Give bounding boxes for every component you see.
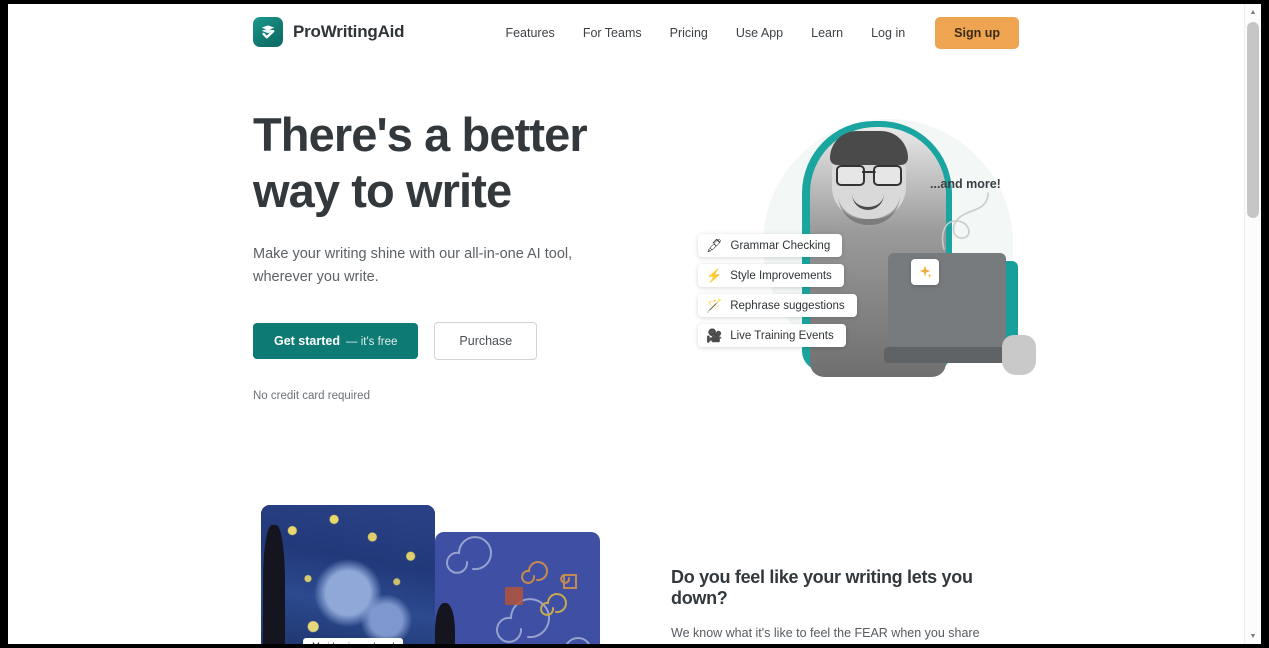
curly-arrow-icon bbox=[941, 192, 989, 250]
hero-copy: There's a better way to write Make your … bbox=[253, 107, 653, 402]
brand-name: ProWritingAid bbox=[293, 22, 405, 41]
feature-chip-rephrase-suggestions[interactable]: 🪄 Rephrase suggestions bbox=[698, 294, 857, 317]
nav-link-for-teams[interactable]: For Teams bbox=[569, 20, 656, 46]
cypress-tree-shape bbox=[263, 525, 285, 644]
nav-link-features[interactable]: Features bbox=[491, 20, 568, 46]
lightning-bolt-icon: ⚡ bbox=[706, 268, 723, 283]
hero-subtitle: Make your writing shine with our all-in-… bbox=[253, 246, 573, 285]
starry-night-painting bbox=[261, 505, 435, 644]
no-credit-card-note: No credit card required bbox=[253, 390, 370, 402]
child-drawing-panel bbox=[435, 532, 600, 644]
sparkles-icon bbox=[911, 259, 939, 285]
person-hair bbox=[830, 131, 908, 165]
hero-actions: Get started — it's free Purchase bbox=[253, 322, 653, 360]
browser-viewport: ProWritingAid Features For Teams Pricing… bbox=[8, 4, 1261, 644]
feature-chip-label: Grammar Checking bbox=[730, 239, 831, 252]
sign-up-button[interactable]: Sign up bbox=[935, 16, 1019, 49]
site-header: ProWritingAid Features For Teams Pricing… bbox=[8, 4, 1245, 61]
book-check-icon bbox=[253, 17, 283, 47]
glasses-right-lens bbox=[873, 165, 902, 186]
brand-logo[interactable]: ProWritingAid bbox=[253, 17, 405, 47]
laptop-icon bbox=[888, 253, 1006, 349]
lower-section-body: We know what it's like to feel the FEAR … bbox=[671, 626, 980, 640]
nav-link-pricing[interactable]: Pricing bbox=[656, 20, 722, 46]
starry-night-photo: My idea in my head bbox=[261, 505, 435, 644]
lower-section-copy: Do you feel like your writing lets you d… bbox=[671, 567, 1019, 644]
glasses-left-lens bbox=[836, 165, 865, 186]
hero-title: There's a better way to write bbox=[253, 107, 653, 219]
feature-chip-label: Live Training Events bbox=[730, 329, 834, 342]
feather-pen-icon: 🖋 bbox=[706, 238, 723, 253]
get-started-label: Get started bbox=[274, 334, 340, 348]
purchase-button[interactable]: Purchase bbox=[434, 322, 538, 360]
nav-link-use-app[interactable]: Use App bbox=[722, 20, 797, 46]
lower-section-title: Do you feel like your writing lets you d… bbox=[671, 567, 973, 608]
scroll-down-arrow-icon[interactable]: ▼ bbox=[1245, 628, 1261, 644]
feature-chip-style-improvements[interactable]: ⚡ Style Improvements bbox=[698, 264, 844, 287]
feature-chip-label: Rephrase suggestions bbox=[730, 299, 845, 312]
glasses-icon bbox=[836, 165, 902, 186]
get-started-suffix: — it's free bbox=[346, 336, 398, 348]
scroll-up-arrow-icon[interactable]: ▲ bbox=[1245, 4, 1261, 20]
main-navigation: Features For Teams Pricing Use App Learn… bbox=[491, 4, 1019, 61]
browser-frame: ProWritingAid Features For Teams Pricing… bbox=[0, 0, 1269, 648]
hero-title-line-1: There's a better bbox=[253, 108, 588, 161]
person-hand bbox=[1002, 335, 1036, 375]
nav-link-log-in[interactable]: Log in bbox=[857, 20, 919, 46]
hero-illustration: 🖋 Grammar Checking ⚡ Style Improvements … bbox=[668, 99, 1036, 399]
feature-chip-live-training-events[interactable]: 🎥 Live Training Events bbox=[698, 324, 846, 347]
feature-chip-grammar-checking[interactable]: 🖋 Grammar Checking bbox=[698, 234, 843, 257]
movie-camera-icon: 🎥 bbox=[706, 328, 723, 343]
photo-caption: My idea in my head bbox=[303, 638, 404, 644]
nav-link-learn[interactable]: Learn bbox=[797, 20, 857, 46]
vertical-scrollbar[interactable]: ▲ ▼ bbox=[1244, 4, 1261, 644]
drawn-cypress-shape bbox=[435, 603, 455, 644]
scrollbar-thumb[interactable] bbox=[1247, 22, 1259, 218]
spiral-doodles-icon bbox=[446, 536, 591, 644]
get-started-button[interactable]: Get started — it's free bbox=[253, 323, 419, 359]
feature-chip-label: Style Improvements bbox=[730, 269, 832, 282]
page-content: ProWritingAid Features For Teams Pricing… bbox=[8, 4, 1245, 644]
feature-chip-list: 🖋 Grammar Checking ⚡ Style Improvements … bbox=[698, 234, 857, 347]
and-more-label: ...and more! bbox=[930, 177, 1001, 191]
hero-title-line-2: way to write bbox=[253, 164, 512, 217]
laptop-base bbox=[884, 347, 1014, 363]
magic-wand-icon: 🪄 bbox=[706, 298, 723, 313]
